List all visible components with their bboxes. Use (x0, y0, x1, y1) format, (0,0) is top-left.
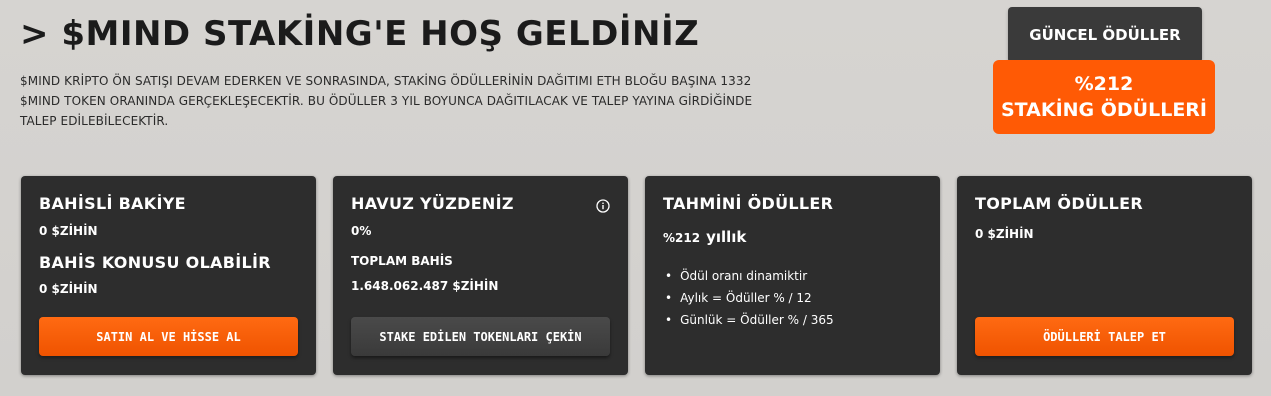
estimated-rate: %212 yıllık (663, 228, 746, 246)
list-item: Aylık = Ödüller % / 12 (665, 287, 834, 309)
pool-share-card: HAVUZ YÜZDENİZ 0% TOPLAM BAHİS 1.648.062… (333, 176, 628, 375)
buy-and-stake-button[interactable]: SATIN AL VE HİSSE AL (39, 317, 298, 356)
staked-balance-title: BAHİSLİ BAKİYE (39, 194, 186, 213)
claim-rewards-button[interactable]: ÖDÜLLERİ TALEP ET (975, 317, 1234, 356)
current-rewards-button[interactable]: GÜNCEL ÖDÜLLER (1008, 7, 1202, 63)
rewards-notes-list: Ödül oranı dinamiktir Aylık = Ödüller % … (665, 265, 834, 331)
list-item: Günlük = Ödüller % / 365 (665, 309, 834, 331)
intro-line-2: $MIND TOKEN ORANINDA GERÇEKLEŞECEKTİR. B… (20, 94, 753, 108)
estimated-rate-unit: yıllık (706, 228, 747, 246)
intro-line-3: TALEP EDİLEBİLECEKTİR. (20, 114, 169, 128)
intro-line-1: $MIND KRİPTO ÖN SATIŞI DEVAM EDERKEN VE … (20, 74, 752, 88)
estimated-rewards-title: TAHMİNİ ÖDÜLLER (663, 194, 834, 213)
stakeable-title: BAHİS KONUSU OLABİLİR (39, 253, 271, 272)
total-rewards-card: TOPLAM ÖDÜLLER 0 $ZİHİN ÖDÜLLERİ TALEP E… (957, 176, 1252, 375)
info-icon[interactable] (596, 199, 610, 213)
pool-share-title: HAVUZ YÜZDENİZ (351, 194, 514, 213)
intro-text: $MIND KRİPTO ÖN SATIŞI DEVAM EDERKEN VE … (20, 71, 820, 131)
total-staked-value: 1.648.062.487 $ZİHİN (351, 279, 499, 293)
staking-rewards-badge: %212 STAKİNG ÖDÜLLERİ (993, 60, 1215, 134)
page-title: > $MIND STAKİNG'E HOŞ GELDİNİZ (20, 14, 700, 54)
estimated-rewards-card: TAHMİNİ ÖDÜLLER %212 yıllık Ödül oranı di… (645, 176, 940, 375)
rewards-label: STAKİNG ÖDÜLLERİ (1000, 99, 1208, 121)
total-staked-title: TOPLAM BAHİS (351, 254, 453, 268)
rewards-rate: %212 (1074, 73, 1134, 95)
stakeable-value: 0 $ZİHİN (39, 282, 98, 296)
total-rewards-value: 0 $ZİHİN (975, 227, 1034, 241)
pool-share-value: 0% (351, 224, 372, 238)
staked-balance-value: 0 $ZİHİN (39, 224, 98, 238)
withdraw-staked-button[interactable]: STAKE EDİLEN TOKENLARI ÇEKİN (351, 317, 610, 356)
total-rewards-title: TOPLAM ÖDÜLLER (975, 194, 1144, 213)
list-item: Ödül oranı dinamiktir (665, 265, 834, 287)
estimated-rate-value: %212 (663, 231, 701, 245)
staked-balance-card: BAHİSLİ BAKİYE 0 $ZİHİN BAHİS KONUSU OLA… (21, 176, 316, 375)
